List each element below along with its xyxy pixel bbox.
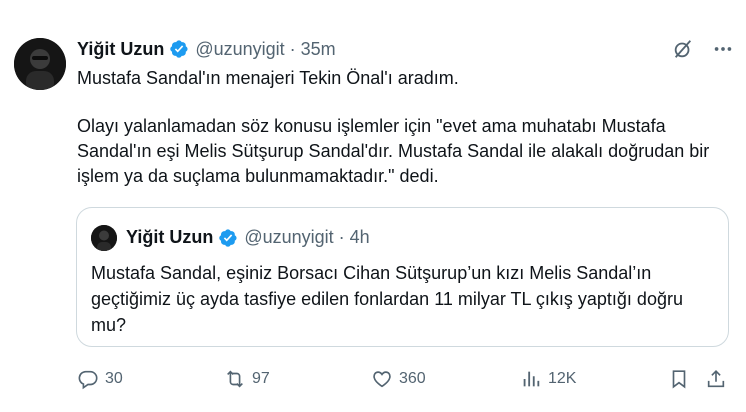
repost-count: 97 xyxy=(252,370,270,387)
bookmark-icon xyxy=(672,370,686,389)
author-handle[interactable]: @uzunyigit xyxy=(195,39,284,60)
separator-dot: · xyxy=(289,38,296,59)
tweet-paragraph-1: Mustafa Sandal'ın menajeri Tekin Önal'ı … xyxy=(77,68,459,88)
quoted-author-name: Yiğit Uzun xyxy=(126,227,214,247)
quoted-text: Mustafa Sandal, eşiniz Borsacı Cihan Süt… xyxy=(91,263,683,335)
separator-dot: · xyxy=(338,227,345,247)
author-name[interactable]: Yiğit Uzun xyxy=(77,39,164,60)
tweet-top-actions xyxy=(672,38,734,60)
repost-icon xyxy=(227,370,243,388)
like-icon xyxy=(373,371,391,388)
like-count: 360 xyxy=(399,370,426,387)
tweet-header: Yiğit Uzun @uzunyigit · 35m xyxy=(77,38,336,60)
verified-badge-icon[interactable] xyxy=(169,39,189,59)
tweet-paragraph-2: Olayı yalanlamadan söz konusu işlemler i… xyxy=(77,116,710,186)
quoted-timestamp: 4h xyxy=(349,227,370,247)
bookmark-button[interactable] xyxy=(668,368,690,390)
tweet-text: Mustafa Sandal'ın menajeri Tekin Önal'ı … xyxy=(77,66,737,189)
reply-icon xyxy=(78,370,98,390)
grok-icon[interactable] xyxy=(672,38,694,60)
avatar-image xyxy=(14,38,66,90)
quoted-avatar xyxy=(91,225,117,251)
share-button[interactable] xyxy=(705,368,727,390)
views-count: 12K xyxy=(548,370,577,387)
share-icon xyxy=(707,370,725,388)
quoted-header: Yiğit Uzun @uzunyigit · 4h xyxy=(126,227,370,248)
action-bar: 30 97 360 12K xyxy=(77,368,727,392)
quoted-tweet[interactable]: Yiğit Uzun @uzunyigit · 4h Mustafa Sanda… xyxy=(76,207,729,347)
quoted-handle: @uzunyigit xyxy=(244,227,334,247)
repost-button[interactable]: 97 xyxy=(224,368,270,390)
reply-button[interactable]: 30 xyxy=(77,368,123,390)
more-icon[interactable] xyxy=(712,38,734,60)
avatar[interactable] xyxy=(14,38,66,90)
timestamp[interactable]: 35m xyxy=(301,39,336,60)
verified-badge-icon xyxy=(218,228,238,248)
views-button[interactable]: 12K xyxy=(520,368,576,390)
views-icon xyxy=(523,371,540,387)
like-button[interactable]: 360 xyxy=(371,368,426,390)
reply-count: 30 xyxy=(105,370,123,387)
